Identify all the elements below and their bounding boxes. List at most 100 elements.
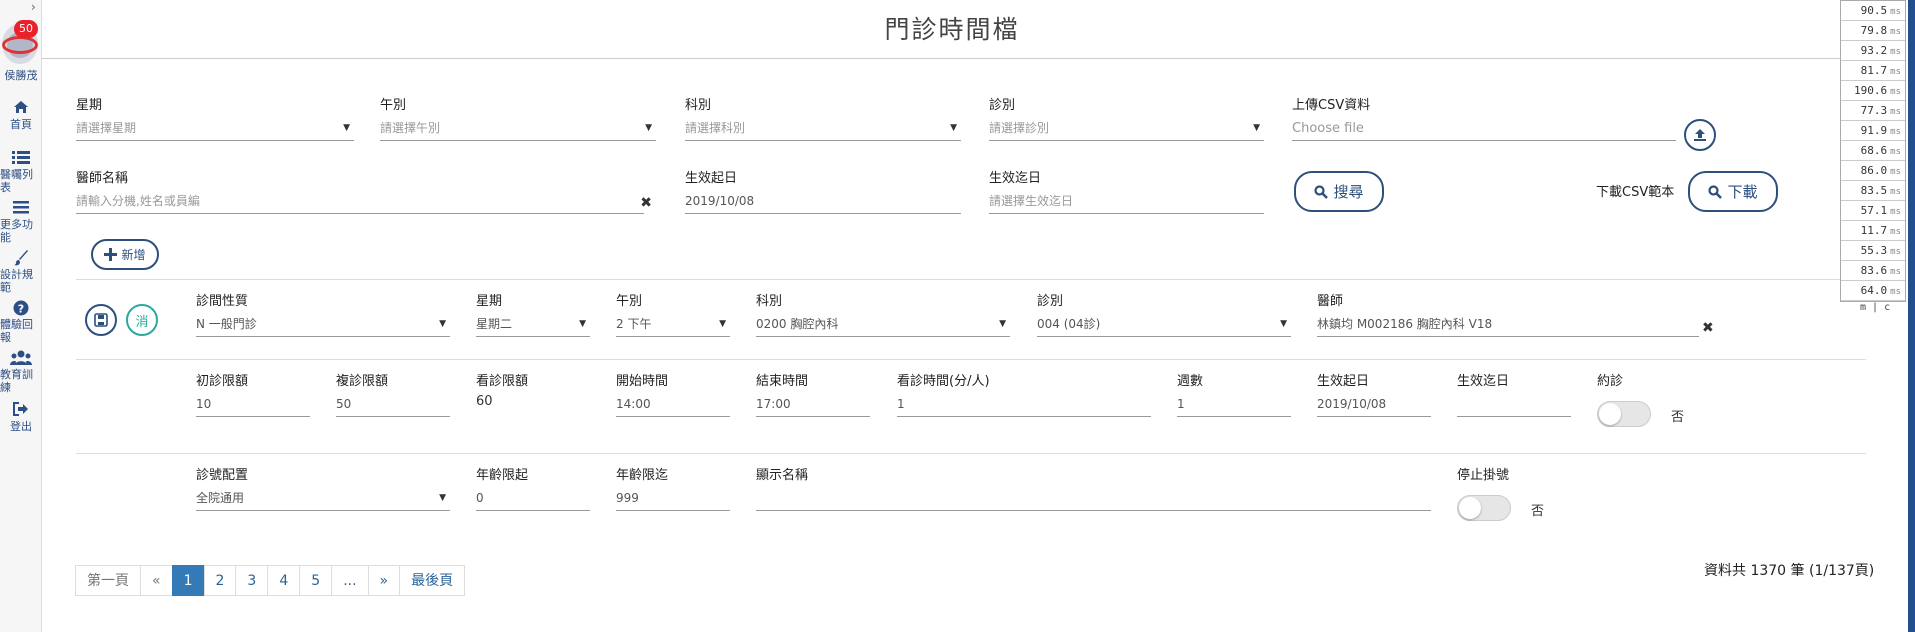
stop-registration-toggle[interactable]: [1457, 495, 1511, 521]
search-start-date-input[interactable]: 2019/10/08: [685, 189, 961, 214]
age-min-input[interactable]: 0: [476, 486, 590, 511]
re-limit-input[interactable]: 50: [336, 392, 450, 417]
svg-text:?: ?: [18, 303, 24, 316]
perf-unit: ms: [1890, 127, 1901, 137]
perf-list: 90.5 ms 79.8 ms 93.2 ms 81.7 ms 190.6 ms 77.3 ms 91.…: [1840, 0, 1906, 302]
stop-registration-field: 停止掛號: [1457, 468, 1510, 483]
save-button[interactable]: [85, 304, 117, 336]
perf-value: 11.7: [1860, 224, 1888, 237]
caret-down-icon: ▼: [579, 319, 586, 329]
window-edge: [1908, 0, 1915, 632]
per-person-field: 看診時間(分/人) 1: [897, 372, 1151, 417]
first-limit-input[interactable]: 10: [196, 392, 310, 417]
cancel-button[interactable]: 消: [126, 304, 158, 336]
appointment-toggle[interactable]: [1597, 401, 1651, 427]
nature-select[interactable]: N 一般門診 ▼: [196, 312, 450, 337]
perf-unit: ms: [1890, 187, 1901, 197]
age-max-input[interactable]: 999: [616, 486, 730, 511]
eff-end-input[interactable]: [1457, 392, 1571, 417]
csv-upload-field: 上傳CSV資料 Choose file: [1292, 96, 1676, 141]
caret-down-icon: ▼: [343, 123, 350, 133]
per-person-input[interactable]: 1: [897, 392, 1151, 417]
clinic-select[interactable]: 004 (04診) ▼: [1037, 312, 1291, 337]
question-icon: ?: [0, 300, 42, 318]
page-next[interactable]: »: [367, 565, 401, 596]
perf-row: 86.0 ms: [1841, 161, 1905, 181]
pagination: 第一頁 « 1 2 3 4 5 ... » 最後頁: [75, 565, 466, 596]
clear-doctor-icon[interactable]: ✖: [1702, 320, 1714, 336]
sidebar-item-training[interactable]: 教育訓 練: [0, 350, 42, 394]
perf-unit: ms: [1890, 147, 1901, 157]
period-select[interactable]: 2 下午 ▼: [616, 312, 730, 337]
dept-field: 科別 0200 胸腔內科 ▼: [756, 292, 1010, 337]
perf-value: 83.5: [1860, 184, 1888, 197]
perf-unit: ms: [1890, 7, 1901, 17]
period-field: 午別 2 下午 ▼: [616, 292, 730, 337]
sidebar-toggle[interactable]: ›: [31, 0, 36, 14]
perf-unit: ms: [1890, 47, 1901, 57]
search-dept-select[interactable]: 請選擇科別 ▼: [685, 116, 961, 141]
search-dept-field: 科別 請選擇科別 ▼: [685, 96, 961, 141]
search-doctor-input[interactable]: 請輸入分機,姓名或員編 ✖: [76, 189, 652, 214]
week-select[interactable]: 星期二 ▼: [476, 312, 590, 337]
home-icon: [0, 100, 42, 118]
clear-icon[interactable]: ✖: [640, 191, 652, 216]
logout-icon: [0, 402, 42, 420]
display-name-field: 顯示名稱: [756, 466, 1431, 511]
page-1[interactable]: 1: [171, 565, 205, 596]
weeks-input[interactable]: 1: [1177, 392, 1291, 417]
re-limit-field: 複診限額 50: [336, 372, 450, 417]
perf-unit: ms: [1890, 87, 1901, 97]
page-5[interactable]: 5: [299, 565, 333, 596]
page-first[interactable]: 第一頁: [75, 565, 141, 596]
add-button[interactable]: 新增: [91, 239, 159, 270]
perf-mode-toggle[interactable]: m | c: [1860, 302, 1890, 313]
perf-monitor: 90.5 ms 79.8 ms 93.2 ms 81.7 ms 190.6 ms 77.3 ms 91.…: [1840, 0, 1915, 632]
sidebar-item-orders[interactable]: 醫囑列 表: [0, 150, 42, 194]
numbering-select[interactable]: 全院通用 ▼: [196, 486, 450, 511]
notification-badge[interactable]: 50: [14, 20, 38, 38]
search-icon: [1708, 184, 1723, 199]
sidebar-item-feedback[interactable]: ? 體驗回 報: [0, 300, 42, 344]
search-period-select[interactable]: 請選擇午別 ▼: [380, 116, 656, 141]
download-button[interactable]: 下載: [1688, 171, 1778, 212]
sidebar-item-logout[interactable]: 登出: [0, 402, 42, 433]
first-limit-field: 初診限額 10: [196, 372, 310, 417]
page-4[interactable]: 4: [267, 565, 301, 596]
search-icon: [1314, 184, 1329, 199]
sidebar-item-home[interactable]: 首頁: [0, 100, 42, 131]
perf-row: 77.3 ms: [1841, 101, 1905, 121]
page-prev[interactable]: «: [140, 565, 173, 596]
page-3[interactable]: 3: [235, 565, 269, 596]
perf-value: 190.6: [1854, 84, 1888, 97]
search-end-date-input[interactable]: 請選擇生效迄日: [989, 189, 1264, 214]
caret-down-icon: ▼: [1253, 123, 1260, 133]
upload-button[interactable]: [1684, 119, 1716, 151]
nature-field: 診間性質 N 一般門診 ▼: [196, 292, 450, 337]
caret-down-icon: ▼: [645, 123, 652, 133]
dept-select[interactable]: 0200 胸腔內科 ▼: [756, 312, 1010, 337]
search-button[interactable]: 搜尋: [1294, 171, 1384, 212]
search-clinic-select[interactable]: 請選擇診別 ▼: [989, 116, 1264, 141]
start-time-input[interactable]: 14:00: [616, 392, 730, 417]
caret-down-icon: ▼: [439, 493, 446, 503]
clinic-field: 診別 004 (04診) ▼: [1037, 292, 1291, 337]
user-name: 侯勝茂: [4, 69, 38, 82]
end-time-input[interactable]: 17:00: [756, 392, 870, 417]
section-divider: [76, 279, 1866, 280]
page-last[interactable]: 最後頁: [399, 565, 466, 596]
search-week-select[interactable]: 請選擇星期 ▼: [76, 116, 354, 141]
perf-value: 64.0: [1860, 284, 1888, 297]
perf-value: 57.1: [1860, 204, 1888, 217]
perf-value: 83.6: [1860, 264, 1888, 277]
sidebar-item-design[interactable]: 設計規 範: [0, 250, 42, 294]
row-divider: [76, 453, 1866, 454]
sidebar-item-more[interactable]: 更多功 能: [0, 200, 42, 244]
display-name-input[interactable]: [756, 486, 1431, 511]
doctor-input[interactable]: 林鎮均 M002186 胸腔內科 V18: [1317, 312, 1699, 337]
page-2[interactable]: 2: [203, 565, 237, 596]
eff-start-input[interactable]: 2019/10/08: [1317, 392, 1431, 417]
page-ellipsis[interactable]: ...: [331, 565, 369, 596]
perf-unit: ms: [1890, 167, 1901, 177]
csv-file-input[interactable]: Choose file: [1292, 116, 1676, 141]
